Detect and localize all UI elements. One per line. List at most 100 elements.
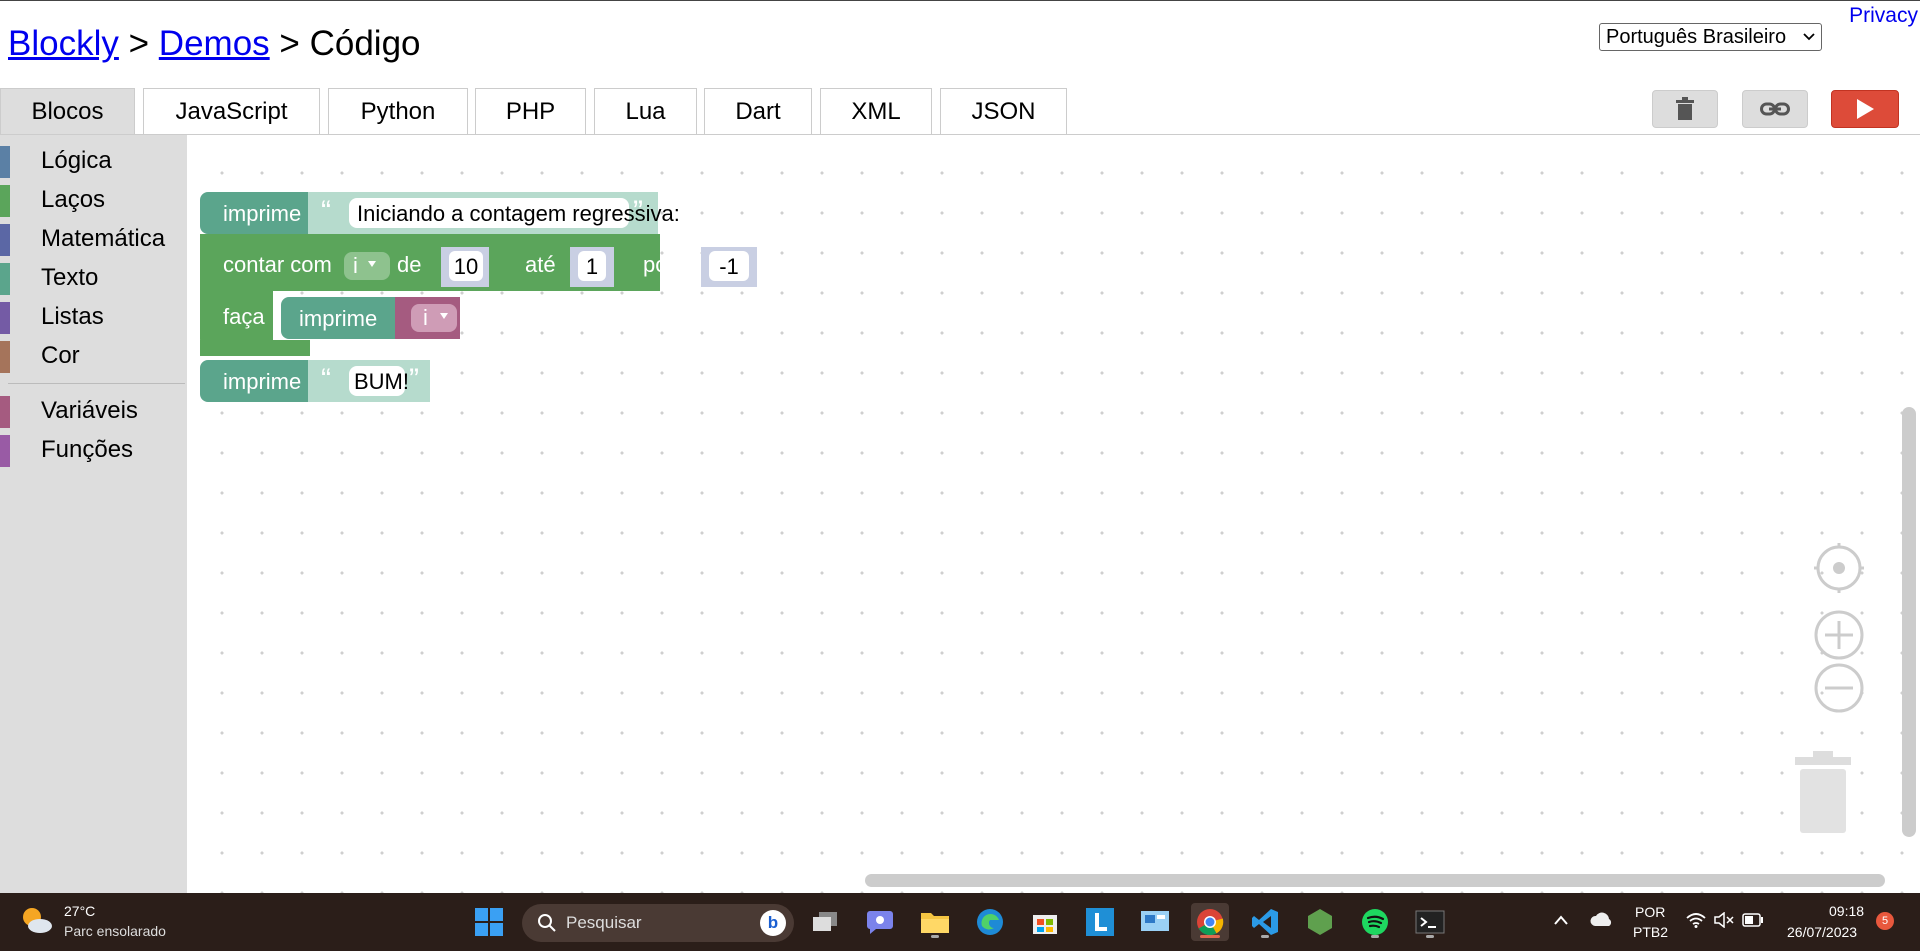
category-swatch	[0, 341, 10, 373]
running-indicator	[1371, 935, 1379, 938]
toolbox-category-logica[interactable]: Lógica	[0, 143, 187, 179]
quote-open-icon: “	[321, 195, 331, 228]
running-indicator	[1261, 935, 1269, 938]
tray-overflow-icon[interactable]	[1553, 913, 1569, 931]
category-swatch	[0, 396, 10, 428]
tab-blocos[interactable]: Blocos	[0, 88, 135, 135]
teams-icon[interactable]	[861, 903, 899, 941]
file-explorer-icon[interactable]	[916, 903, 954, 941]
link-button[interactable]	[1742, 90, 1808, 128]
vertical-scrollbar[interactable]	[1902, 407, 1916, 837]
spotify-icon[interactable]	[1356, 903, 1394, 941]
tab-javascript[interactable]: JavaScript	[143, 88, 320, 135]
link-icon	[1760, 102, 1790, 116]
input-language-line1[interactable]: POR	[1635, 904, 1665, 920]
print-label: imprime	[223, 201, 301, 226]
zoom-out-icon[interactable]	[1814, 663, 1864, 713]
windows-taskbar: 27°C Parc ensolarado Pesquisar b POR PTB…	[0, 893, 1920, 951]
store-icon[interactable]	[1026, 903, 1064, 941]
quote-open-icon: “	[321, 363, 331, 396]
inner-var-dropdown[interactable]	[411, 304, 457, 332]
tab-xml[interactable]: XML	[820, 88, 932, 135]
category-swatch	[0, 435, 10, 467]
volume-muted-icon[interactable]	[1714, 911, 1734, 933]
toolbox-category-texto[interactable]: Texto	[0, 260, 187, 296]
bing-icon[interactable]: b	[760, 910, 786, 936]
toolbox-category-funcoes[interactable]: Funções	[0, 432, 187, 468]
language-select[interactable]: Português Brasileiro	[1599, 23, 1822, 51]
weather-desc: Parc ensolarado	[64, 923, 166, 939]
category-label: Matemática	[41, 225, 166, 252]
trash-icon	[1676, 97, 1694, 120]
task-view-icon[interactable]	[806, 903, 844, 941]
category-label: Funções	[41, 436, 134, 463]
category-swatch	[0, 185, 10, 217]
toolbox-category-matematica[interactable]: Matemática	[0, 221, 187, 257]
page-title: Código	[309, 24, 421, 63]
horizontal-scrollbar[interactable]	[865, 874, 1885, 887]
tab-dart[interactable]: Dart	[704, 88, 812, 135]
breadcrumb-blockly-link[interactable]: Blockly	[8, 24, 119, 63]
inner-print-block[interactable]: imprime i	[281, 297, 460, 339]
inner-print-label: imprime	[299, 306, 377, 331]
loop-var-dropdown[interactable]	[344, 252, 390, 280]
breadcrumb-demos-link[interactable]: Demos	[159, 24, 270, 63]
quote-close-icon: ”	[409, 363, 419, 396]
terminal-icon[interactable]	[1411, 903, 1449, 941]
loop-from-label: de	[397, 252, 421, 277]
wifi-icon[interactable]	[1686, 912, 1706, 933]
toolbox-category-variaveis[interactable]: Variáveis	[0, 393, 187, 429]
onedrive-icon[interactable]	[1590, 911, 1614, 932]
tab-php[interactable]: PHP	[475, 88, 586, 135]
weather-icon	[20, 905, 54, 942]
taskbar-search[interactable]: Pesquisar b	[522, 904, 794, 942]
tab-lua[interactable]: Lua	[594, 88, 697, 135]
input-language-line2[interactable]: PTB2	[1633, 924, 1668, 940]
nodejs-icon[interactable]	[1301, 903, 1339, 941]
trash-button[interactable]	[1652, 90, 1718, 128]
play-icon	[1857, 99, 1874, 119]
loop-by-label: por	[643, 252, 675, 277]
active-indicator	[1200, 935, 1220, 938]
clock-time[interactable]: 09:18	[1829, 903, 1864, 919]
clock-date[interactable]: 26/07/2023	[1787, 924, 1857, 940]
language-selected: Português Brasileiro	[1606, 26, 1787, 48]
count-loop-block[interactable]: contar com i de 10 até 1 por -1 faça	[200, 234, 757, 356]
breadcrumb-separator: >	[128, 24, 150, 63]
privacy-link[interactable]: Privacy	[1849, 4, 1918, 28]
windows-start-icon[interactable]	[470, 903, 508, 941]
category-label: Texto	[41, 264, 99, 291]
toolbox: Lógica Laços Matemática Texto Listas Cor…	[0, 135, 187, 893]
inner-var: i	[423, 305, 428, 330]
trash-can-icon[interactable]	[1795, 751, 1851, 833]
category-label: Lógica	[41, 147, 112, 174]
category-swatch	[0, 302, 10, 334]
toolbox-category-listas[interactable]: Listas	[0, 299, 187, 335]
print-block-1[interactable]: imprime “ Iniciando a contagem regressiv…	[200, 192, 680, 234]
print-text: BUM!	[354, 369, 409, 394]
running-indicator	[1426, 935, 1434, 938]
edge-icon[interactable]	[971, 903, 1009, 941]
blocks-canvas: imprime “ Iniciando a contagem regressiv…	[200, 192, 1864, 833]
control-panel-icon[interactable]	[1136, 903, 1174, 941]
run-button[interactable]	[1831, 90, 1899, 128]
category-swatch	[0, 146, 10, 178]
l-app-icon[interactable]	[1081, 903, 1119, 941]
zoom-in-icon[interactable]	[1814, 610, 1864, 660]
battery-icon[interactable]	[1742, 913, 1764, 932]
print-text: Iniciando a contagem regressiva:	[357, 201, 680, 226]
loop-by-value: -1	[719, 254, 739, 279]
blockly-workspace[interactable]: imprime “ Iniciando a contagem regressiv…	[187, 135, 1920, 893]
vscode-icon[interactable]	[1246, 903, 1284, 941]
tab-python[interactable]: Python	[328, 88, 468, 135]
loop-do-label: faça	[223, 304, 265, 329]
toolbox-category-lacos[interactable]: Laços	[0, 182, 187, 218]
category-label: Listas	[41, 303, 104, 330]
notification-badge[interactable]: 5	[1876, 912, 1894, 930]
category-label: Variáveis	[41, 397, 138, 424]
toolbox-category-cor[interactable]: Cor	[0, 338, 187, 374]
chrome-icon[interactable]	[1191, 903, 1229, 941]
recenter-icon[interactable]	[1814, 543, 1864, 593]
tab-json[interactable]: JSON	[940, 88, 1067, 135]
print-block-2[interactable]: imprime “ BUM! ”	[200, 360, 430, 402]
